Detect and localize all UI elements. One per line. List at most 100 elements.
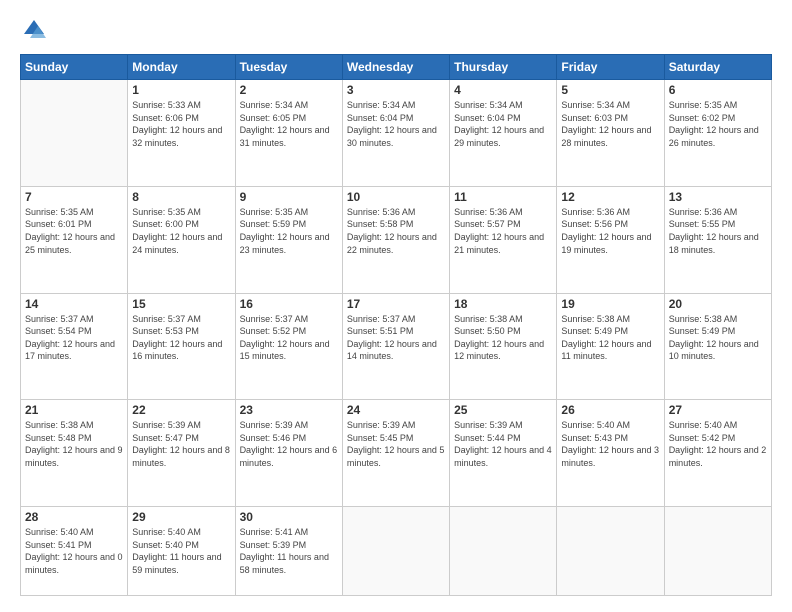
day-info: Sunrise: 5:38 AM Sunset: 5:48 PM Dayligh… [25,419,123,469]
calendar-cell [664,507,771,596]
header [20,16,772,44]
day-info: Sunrise: 5:35 AM Sunset: 5:59 PM Dayligh… [240,206,338,256]
calendar-week-4: 21 Sunrise: 5:38 AM Sunset: 5:48 PM Dayli… [21,400,772,507]
calendar-cell [21,80,128,187]
day-number: 2 [240,83,338,97]
calendar-cell: 27 Sunrise: 5:40 AM Sunset: 5:42 PM Dayli… [664,400,771,507]
day-info: Sunrise: 5:37 AM Sunset: 5:54 PM Dayligh… [25,313,123,363]
calendar-cell: 25 Sunrise: 5:39 AM Sunset: 5:44 PM Dayli… [450,400,557,507]
calendar-cell: 22 Sunrise: 5:39 AM Sunset: 5:47 PM Dayli… [128,400,235,507]
day-info: Sunrise: 5:39 AM Sunset: 5:44 PM Dayligh… [454,419,552,469]
day-info: Sunrise: 5:35 AM Sunset: 6:00 PM Dayligh… [132,206,230,256]
calendar-week-1: 1 Sunrise: 5:33 AM Sunset: 6:06 PM Daylig… [21,80,772,187]
day-info: Sunrise: 5:37 AM Sunset: 5:52 PM Dayligh… [240,313,338,363]
day-number: 24 [347,403,445,417]
day-number: 12 [561,190,659,204]
day-info: Sunrise: 5:33 AM Sunset: 6:06 PM Dayligh… [132,99,230,149]
calendar-cell: 4 Sunrise: 5:34 AM Sunset: 6:04 PM Daylig… [450,80,557,187]
weekday-saturday: Saturday [664,55,771,80]
calendar-cell: 16 Sunrise: 5:37 AM Sunset: 5:52 PM Dayli… [235,293,342,400]
day-number: 8 [132,190,230,204]
day-number: 19 [561,297,659,311]
calendar-cell: 17 Sunrise: 5:37 AM Sunset: 5:51 PM Dayli… [342,293,449,400]
calendar-cell: 28 Sunrise: 5:40 AM Sunset: 5:41 PM Dayli… [21,507,128,596]
logo [20,16,52,44]
calendar-cell [450,507,557,596]
day-number: 1 [132,83,230,97]
calendar-week-5: 28 Sunrise: 5:40 AM Sunset: 5:41 PM Dayli… [21,507,772,596]
day-info: Sunrise: 5:37 AM Sunset: 5:51 PM Dayligh… [347,313,445,363]
calendar-cell: 2Sunrise: 5:34 AM Sunset: 6:05 PM Daylig… [235,80,342,187]
calendar-cell: 10 Sunrise: 5:36 AM Sunset: 5:58 PM Dayli… [342,186,449,293]
page: SundayMondayTuesdayWednesdayThursdayFrid… [0,0,792,612]
day-number: 30 [240,510,338,524]
day-number: 18 [454,297,552,311]
calendar-cell: 8 Sunrise: 5:35 AM Sunset: 6:00 PM Daylig… [128,186,235,293]
day-number: 3 [347,83,445,97]
day-number: 23 [240,403,338,417]
weekday-monday: Monday [128,55,235,80]
day-number: 25 [454,403,552,417]
calendar-cell: 5 Sunrise: 5:34 AM Sunset: 6:03 PM Daylig… [557,80,664,187]
day-number: 26 [561,403,659,417]
calendar-cell: 21 Sunrise: 5:38 AM Sunset: 5:48 PM Dayli… [21,400,128,507]
day-number: 20 [669,297,767,311]
day-info: Sunrise: 5:36 AM Sunset: 5:57 PM Dayligh… [454,206,552,256]
weekday-wednesday: Wednesday [342,55,449,80]
day-number: 5 [561,83,659,97]
day-info: Sunrise: 5:34 AM Sunset: 6:03 PM Dayligh… [561,99,659,149]
calendar-cell: 1 Sunrise: 5:33 AM Sunset: 6:06 PM Daylig… [128,80,235,187]
weekday-tuesday: Tuesday [235,55,342,80]
calendar-cell: 3 Sunrise: 5:34 AM Sunset: 6:04 PM Daylig… [342,80,449,187]
calendar-table: SundayMondayTuesdayWednesdayThursdayFrid… [20,54,772,596]
day-info: Sunrise: 5:39 AM Sunset: 5:47 PM Dayligh… [132,419,230,469]
weekday-header-row: SundayMondayTuesdayWednesdayThursdayFrid… [21,55,772,80]
day-info: Sunrise: 5:34 AM Sunset: 6:04 PM Dayligh… [454,99,552,149]
calendar-cell: 20 Sunrise: 5:38 AM Sunset: 5:49 PM Dayli… [664,293,771,400]
calendar-cell: 18 Sunrise: 5:38 AM Sunset: 5:50 PM Dayli… [450,293,557,400]
day-number: 10 [347,190,445,204]
day-number: 16 [240,297,338,311]
day-info: Sunrise: 5:39 AM Sunset: 5:45 PM Dayligh… [347,419,445,469]
day-info: Sunrise: 5:35 AM Sunset: 6:01 PM Dayligh… [25,206,123,256]
day-number: 27 [669,403,767,417]
day-info: Sunrise: 5:41 AM Sunset: 5:39 PM Dayligh… [240,526,338,576]
calendar-cell: 19Sunrise: 5:38 AM Sunset: 5:49 PM Dayli… [557,293,664,400]
day-number: 4 [454,83,552,97]
day-number: 28 [25,510,123,524]
day-number: 15 [132,297,230,311]
day-number: 9 [240,190,338,204]
day-info: Sunrise: 5:40 AM Sunset: 5:41 PM Dayligh… [25,526,123,576]
calendar-cell: 12Sunrise: 5:36 AM Sunset: 5:56 PM Dayli… [557,186,664,293]
calendar-cell: 29 Sunrise: 5:40 AM Sunset: 5:40 PM Dayli… [128,507,235,596]
calendar-cell: 14 Sunrise: 5:37 AM Sunset: 5:54 PM Dayli… [21,293,128,400]
day-info: Sunrise: 5:38 AM Sunset: 5:49 PM Dayligh… [669,313,767,363]
logo-icon [20,16,48,44]
calendar-cell: 23 Sunrise: 5:39 AM Sunset: 5:46 PM Dayli… [235,400,342,507]
calendar-cell: 9 Sunrise: 5:35 AM Sunset: 5:59 PM Daylig… [235,186,342,293]
calendar-cell: 15Sunrise: 5:37 AM Sunset: 5:53 PM Dayli… [128,293,235,400]
day-info: Sunrise: 5:36 AM Sunset: 5:55 PM Dayligh… [669,206,767,256]
day-number: 11 [454,190,552,204]
calendar-cell: 24 Sunrise: 5:39 AM Sunset: 5:45 PM Dayli… [342,400,449,507]
day-info: Sunrise: 5:36 AM Sunset: 5:58 PM Dayligh… [347,206,445,256]
day-number: 14 [25,297,123,311]
day-number: 29 [132,510,230,524]
day-number: 6 [669,83,767,97]
day-info: Sunrise: 5:40 AM Sunset: 5:42 PM Dayligh… [669,419,767,469]
day-info: Sunrise: 5:35 AM Sunset: 6:02 PM Dayligh… [669,99,767,149]
calendar-cell: 11 Sunrise: 5:36 AM Sunset: 5:57 PM Dayli… [450,186,557,293]
day-number: 22 [132,403,230,417]
day-info: Sunrise: 5:40 AM Sunset: 5:40 PM Dayligh… [132,526,230,576]
calendar-cell: 13 Sunrise: 5:36 AM Sunset: 5:55 PM Dayli… [664,186,771,293]
day-number: 17 [347,297,445,311]
calendar-cell: 26Sunrise: 5:40 AM Sunset: 5:43 PM Dayli… [557,400,664,507]
weekday-friday: Friday [557,55,664,80]
day-number: 13 [669,190,767,204]
day-number: 21 [25,403,123,417]
calendar-cell: 30 Sunrise: 5:41 AM Sunset: 5:39 PM Dayli… [235,507,342,596]
day-info: Sunrise: 5:34 AM Sunset: 6:04 PM Dayligh… [347,99,445,149]
day-info: Sunrise: 5:39 AM Sunset: 5:46 PM Dayligh… [240,419,338,469]
calendar-week-2: 7Sunrise: 5:35 AM Sunset: 6:01 PM Daylig… [21,186,772,293]
day-info: Sunrise: 5:38 AM Sunset: 5:50 PM Dayligh… [454,313,552,363]
